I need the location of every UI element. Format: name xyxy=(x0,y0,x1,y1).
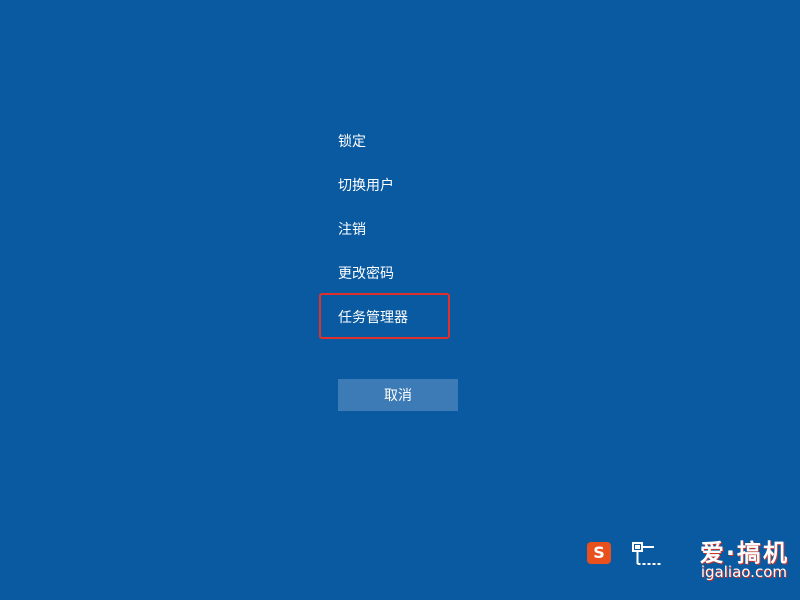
task-manager-highlight xyxy=(319,293,450,339)
menu-item-lock[interactable]: 锁定 xyxy=(338,132,366,152)
watermark-logo: 爱·搞机 xyxy=(699,539,789,567)
menu-item-sign-out[interactable]: 注销 xyxy=(338,220,366,240)
menu-item-switch-user[interactable]: 切换用户 xyxy=(338,176,394,196)
cancel-button[interactable]: 取消 xyxy=(338,379,458,411)
watermark-url: igaliao.com xyxy=(700,563,787,581)
site-watermark: 爱·搞机 igaliao.com xyxy=(655,533,795,588)
sogou-ime-icon[interactable]: S xyxy=(587,542,611,564)
menu-item-change-password[interactable]: 更改密码 xyxy=(338,264,394,284)
